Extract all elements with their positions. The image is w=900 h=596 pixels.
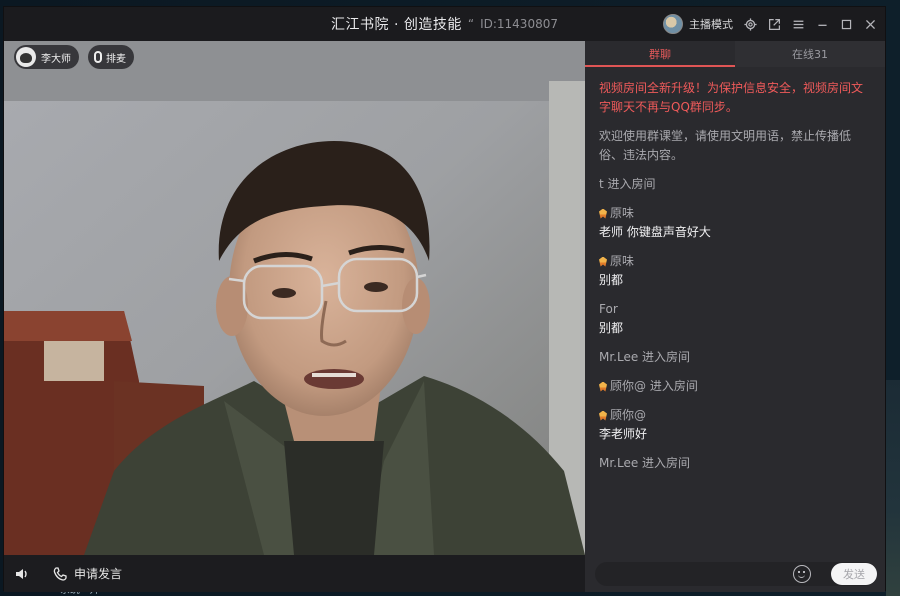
minimize-icon[interactable]: [815, 17, 829, 31]
chat-message: For 别都: [599, 300, 873, 338]
volume-button[interactable]: [14, 566, 30, 582]
microphone-icon: [94, 51, 102, 63]
mic-queue-badge[interactable]: 排麦: [88, 45, 134, 69]
chat-message: 顾你@ 李老师好: [599, 406, 873, 444]
message-body: 老师 你键盘声音好大: [599, 225, 711, 239]
message-body: 别都: [599, 273, 624, 287]
control-bar: 申请发言: [4, 555, 585, 592]
system-message: t 进入房间: [599, 177, 656, 191]
settings-gear-icon[interactable]: [743, 17, 757, 31]
host-badge[interactable]: 李大师: [14, 45, 79, 69]
emoji-icon[interactable]: [793, 565, 811, 583]
send-button[interactable]: 发送: [831, 563, 877, 585]
sender-name[interactable]: 顾你@: [610, 406, 646, 425]
title-bar[interactable]: 汇江书院 · 创造技能 “ ID:11430807 主播模式: [4, 7, 885, 41]
video-stream[interactable]: 李大师 排麦: [4, 41, 585, 555]
title-quote: “: [467, 17, 475, 31]
sender-name[interactable]: For: [599, 300, 618, 319]
chat-message: 原味 别都: [599, 252, 873, 290]
popout-icon[interactable]: [767, 17, 781, 31]
message-sender: 原味: [599, 204, 873, 223]
apply-speak-label: 申请发言: [74, 567, 123, 581]
message-sender: 顾你@: [599, 406, 873, 425]
system-message: Mr.Lee 进入房间: [599, 456, 691, 470]
chat-panel: 群聊 在线31 视频房间全新升级！为保护信息安全，视频房间文字聊天不再与QQ群同…: [585, 41, 885, 592]
medal-icon: [599, 256, 607, 267]
message-body: 别都: [599, 321, 624, 335]
host-name: 李大师: [41, 53, 71, 65]
security-notice: 视频房间全新升级！为保护信息安全，视频房间文字聊天不再与QQ群同步。: [599, 81, 864, 114]
message-sender: 原味: [599, 252, 873, 271]
close-icon[interactable]: [863, 17, 877, 31]
menu-icon[interactable]: [791, 17, 805, 31]
tab-online[interactable]: 在线31: [735, 41, 885, 67]
system-message-text: 顾你@ 进入房间: [610, 379, 698, 393]
medal-icon: [599, 410, 607, 421]
mic-queue-label: 排麦: [106, 53, 126, 65]
user-avatar[interactable]: [663, 14, 683, 34]
medal-icon: [599, 381, 607, 392]
message-sender: 顾你@ 进入房间: [599, 377, 873, 396]
message-list: 视频房间全新升级！为保护信息安全，视频房间文字聊天不再与QQ群同步。 欢迎使用群…: [599, 79, 873, 483]
sender-name[interactable]: 原味: [610, 204, 634, 223]
system-message: Mr.Lee 进入房间: [599, 350, 691, 364]
tab-group-chat[interactable]: 群聊: [585, 41, 735, 67]
system-message: 顾你@ 进入房间: [599, 377, 873, 396]
chat-tabs: 群聊 在线31: [585, 41, 885, 67]
message-sender: For: [599, 300, 873, 319]
welcome-notice: 欢迎使用群课堂，请使用文明用语，禁止传播低俗、违法内容。: [599, 129, 852, 162]
chat-message: 原味 老师 你键盘声音好大: [599, 204, 873, 242]
sender-name[interactable]: 原味: [610, 252, 634, 271]
maximize-icon[interactable]: [839, 17, 853, 31]
user-mode-label[interactable]: 主播模式: [689, 16, 733, 32]
window-title: 汇江书院 · 创造技能: [331, 17, 462, 33]
apply-speak-button[interactable]: 申请发言: [52, 565, 122, 582]
host-avatar: [16, 47, 36, 67]
title-actions: 主播模式: [663, 7, 877, 41]
live-room-window: 汇江书院 · 创造技能 “ ID:11430807 主播模式 李大师 排麦 申请…: [3, 6, 886, 592]
desktop-wallpaper-edge: [886, 380, 900, 596]
chat-input[interactable]: 发送: [595, 562, 877, 586]
phone-icon: [53, 566, 67, 581]
room-id: ID:11430807: [480, 17, 558, 31]
medal-icon: [599, 208, 607, 219]
webcam-frame-image: [4, 41, 585, 555]
message-body: 李老师好: [599, 427, 648, 441]
speaker-icon: [16, 568, 27, 579]
